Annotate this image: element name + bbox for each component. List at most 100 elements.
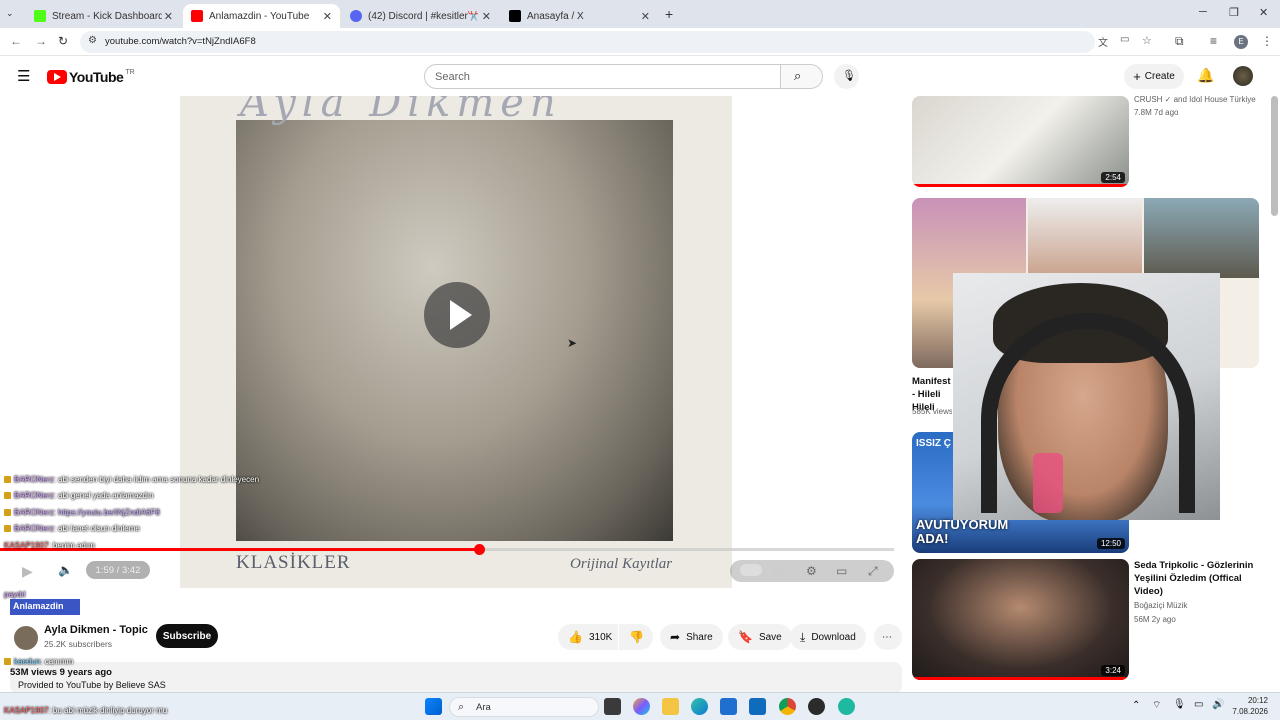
x-logo-icon — [509, 10, 521, 22]
play-button[interactable] — [424, 282, 490, 348]
search-input[interactable]: Search — [424, 64, 781, 89]
video-player[interactable]: Ayla Dikmen KLASİKLER Orijinal Kayıtlar … — [180, 96, 732, 588]
recommendation-thumbnail[interactable]: 2:54 — [912, 96, 1129, 187]
app-icon[interactable] — [838, 698, 855, 715]
tab-kick[interactable]: Stream - Kick Dashboard ✕ — [26, 4, 181, 28]
autoplay-toggle-icon[interactable] — [740, 564, 762, 576]
duration-badge: 3:24 — [1101, 665, 1125, 676]
settings-gear-icon[interactable]: ⚙ — [806, 564, 817, 578]
duration-badge: 12:50 — [1096, 538, 1125, 549]
address-bar[interactable]: ⚙ youtube.com/watch?v=tNjZndIA6F8 文 ▭ ☆ — [80, 31, 1152, 53]
browser-menu-icon[interactable]: ⋮ — [1261, 34, 1273, 48]
recommendation-thumbnail[interactable]: 3:24 — [912, 559, 1129, 680]
volume-icon[interactable]: 🔈 — [58, 563, 73, 577]
recommendation-channel[interactable]: CRUSH ✓ and Idol House Türkiye — [1134, 95, 1256, 104]
tab-title: (42) Discord | #kesitler✂️ | PE'Y — [368, 10, 478, 22]
back-icon[interactable]: ← — [10, 34, 22, 48]
display-icon[interactable]: ▭ — [1194, 699, 1203, 710]
more-actions-button[interactable]: ⋯ — [874, 624, 902, 650]
forward-icon[interactable]: → — [35, 34, 47, 48]
download-label: Download — [811, 631, 856, 643]
play-pause-icon[interactable]: ▶ — [22, 563, 33, 580]
create-button[interactable]: + Create — [1124, 64, 1184, 89]
download-button[interactable]: ⤓ Download — [790, 624, 866, 650]
chat-username: BARONerz — [14, 524, 54, 533]
album-label-left: KLASİKLER — [236, 552, 351, 573]
create-label: Create — [1144, 71, 1175, 82]
subtitles-icon[interactable]: ▤ — [772, 564, 783, 578]
reload-icon[interactable]: ↻ — [58, 34, 68, 48]
store-icon[interactable] — [720, 698, 737, 715]
page-scrollbar[interactable] — [1271, 96, 1278, 216]
chat-line: KASAP1907: bu abi müzik dinliyip duruyor… — [4, 706, 167, 715]
extensions-icon[interactable]: ⧉ — [1175, 34, 1184, 49]
outlook-icon[interactable] — [749, 698, 766, 715]
system-clock[interactable]: 20:12 7.08.2026 — [1232, 695, 1268, 717]
save-label: Save — [758, 631, 782, 643]
tab-youtube[interactable]: Anlamazdin - YouTube ✕ — [183, 4, 340, 28]
thumbs-up-icon: 👍 — [568, 630, 583, 644]
channel-name[interactable]: Ayla Dikmen - Topic — [44, 624, 148, 636]
chat-line: BARONerz: https://youtu.be/tNjZndIA6F8 — [4, 508, 160, 517]
tab-list-chevron-icon[interactable]: ⌄ — [6, 8, 14, 19]
chat-badge-icon — [4, 525, 11, 533]
description-text: Provided to YouTube by Believe SAS — [18, 680, 166, 690]
windows-start-icon[interactable] — [425, 698, 442, 715]
save-button[interactable]: 🔖 Save — [728, 624, 792, 650]
close-tab-icon[interactable]: ✕ — [641, 10, 650, 23]
search-icon: ⌕ — [458, 701, 465, 713]
maximize-icon[interactable]: ❐ — [1229, 6, 1239, 19]
video-progress-bar[interactable] — [0, 544, 894, 555]
chat-badge-icon — [4, 509, 11, 517]
reading-list-icon[interactable]: ≡ — [1210, 34, 1217, 48]
youtube-logo[interactable]: YouTube TR — [47, 69, 135, 85]
chrome-icon[interactable] — [779, 698, 796, 715]
progress-scrubber[interactable] — [474, 544, 485, 555]
microphone-tray-icon[interactable]: 🎙 — [1173, 699, 1186, 710]
tray-chevron-icon[interactable]: ⌃ — [1132, 700, 1140, 711]
subscribe-button[interactable]: Subscribe — [156, 624, 218, 648]
headset — [981, 313, 1195, 513]
close-tab-icon[interactable]: ✕ — [323, 10, 332, 23]
file-explorer-icon[interactable] — [662, 698, 679, 715]
thumbnail-text: AVUTUYORUM ADA! — [916, 517, 1009, 546]
dislike-button[interactable]: 👎 — [619, 624, 653, 650]
tab-x[interactable]: Anasayfa / X ✕ — [501, 4, 658, 28]
browser-toolbar: ← → ↻ ⚙ youtube.com/watch?v=tNjZndIA6F8 … — [0, 28, 1280, 56]
close-tab-icon[interactable]: ✕ — [482, 10, 491, 23]
edge-icon[interactable] — [691, 698, 708, 715]
new-tab-icon[interactable]: + — [665, 6, 673, 22]
minimize-icon[interactable]: ─ — [1199, 6, 1207, 18]
cast-icon[interactable]: ▭ — [1120, 34, 1129, 45]
bookmark-star-icon[interactable]: ☆ — [1142, 34, 1152, 47]
channel-avatar[interactable] — [14, 626, 38, 650]
account-avatar[interactable] — [1233, 66, 1253, 86]
miniplayer-icon[interactable]: ▭ — [836, 564, 847, 578]
taskbar-search[interactable]: ⌕ Ara — [449, 697, 599, 717]
fullscreen-icon[interactable]: ⤢ — [868, 564, 878, 579]
profile-avatar[interactable]: E — [1234, 35, 1248, 49]
youtube-wordmark: YouTube — [69, 69, 124, 85]
site-info-icon[interactable]: ⚙ — [88, 35, 97, 46]
search-button[interactable]: ⌕ — [781, 64, 823, 89]
recommendation-title[interactable]: Seda Tripkolic - Gözlerinin Yeşilini Özl… — [1134, 559, 1259, 598]
translate-icon[interactable]: 文 — [1098, 34, 1108, 49]
hamburger-menu-icon[interactable]: ☰ — [17, 67, 30, 85]
task-view-icon[interactable] — [604, 698, 621, 715]
speaker-icon[interactable]: 🔊 — [1212, 699, 1224, 710]
voice-search-button[interactable]: 🎙 — [834, 64, 859, 89]
close-window-icon[interactable]: ✕ — [1259, 6, 1268, 19]
like-button[interactable]: 👍 310K — [558, 624, 618, 650]
notifications-bell-icon[interactable]: 🔔 — [1197, 67, 1214, 84]
share-button[interactable]: ➦ Share — [660, 624, 723, 650]
thumbs-down-icon: 👎 — [629, 630, 644, 644]
plus-icon: + — [1133, 69, 1141, 84]
tab-discord[interactable]: (42) Discord | #kesitler✂️ | PE'Y ✕ — [342, 4, 499, 28]
obs-icon[interactable] — [808, 698, 825, 715]
network-icon[interactable]: ⌔ — [1152, 699, 1161, 712]
duration-badge: 2:54 — [1101, 172, 1125, 183]
mouse-cursor-icon: ➤ — [567, 336, 578, 350]
copilot-icon[interactable] — [633, 698, 650, 715]
close-tab-icon[interactable]: ✕ — [164, 10, 173, 23]
recommendation-channel[interactable]: Boğaziçi Müzik — [1134, 601, 1187, 610]
